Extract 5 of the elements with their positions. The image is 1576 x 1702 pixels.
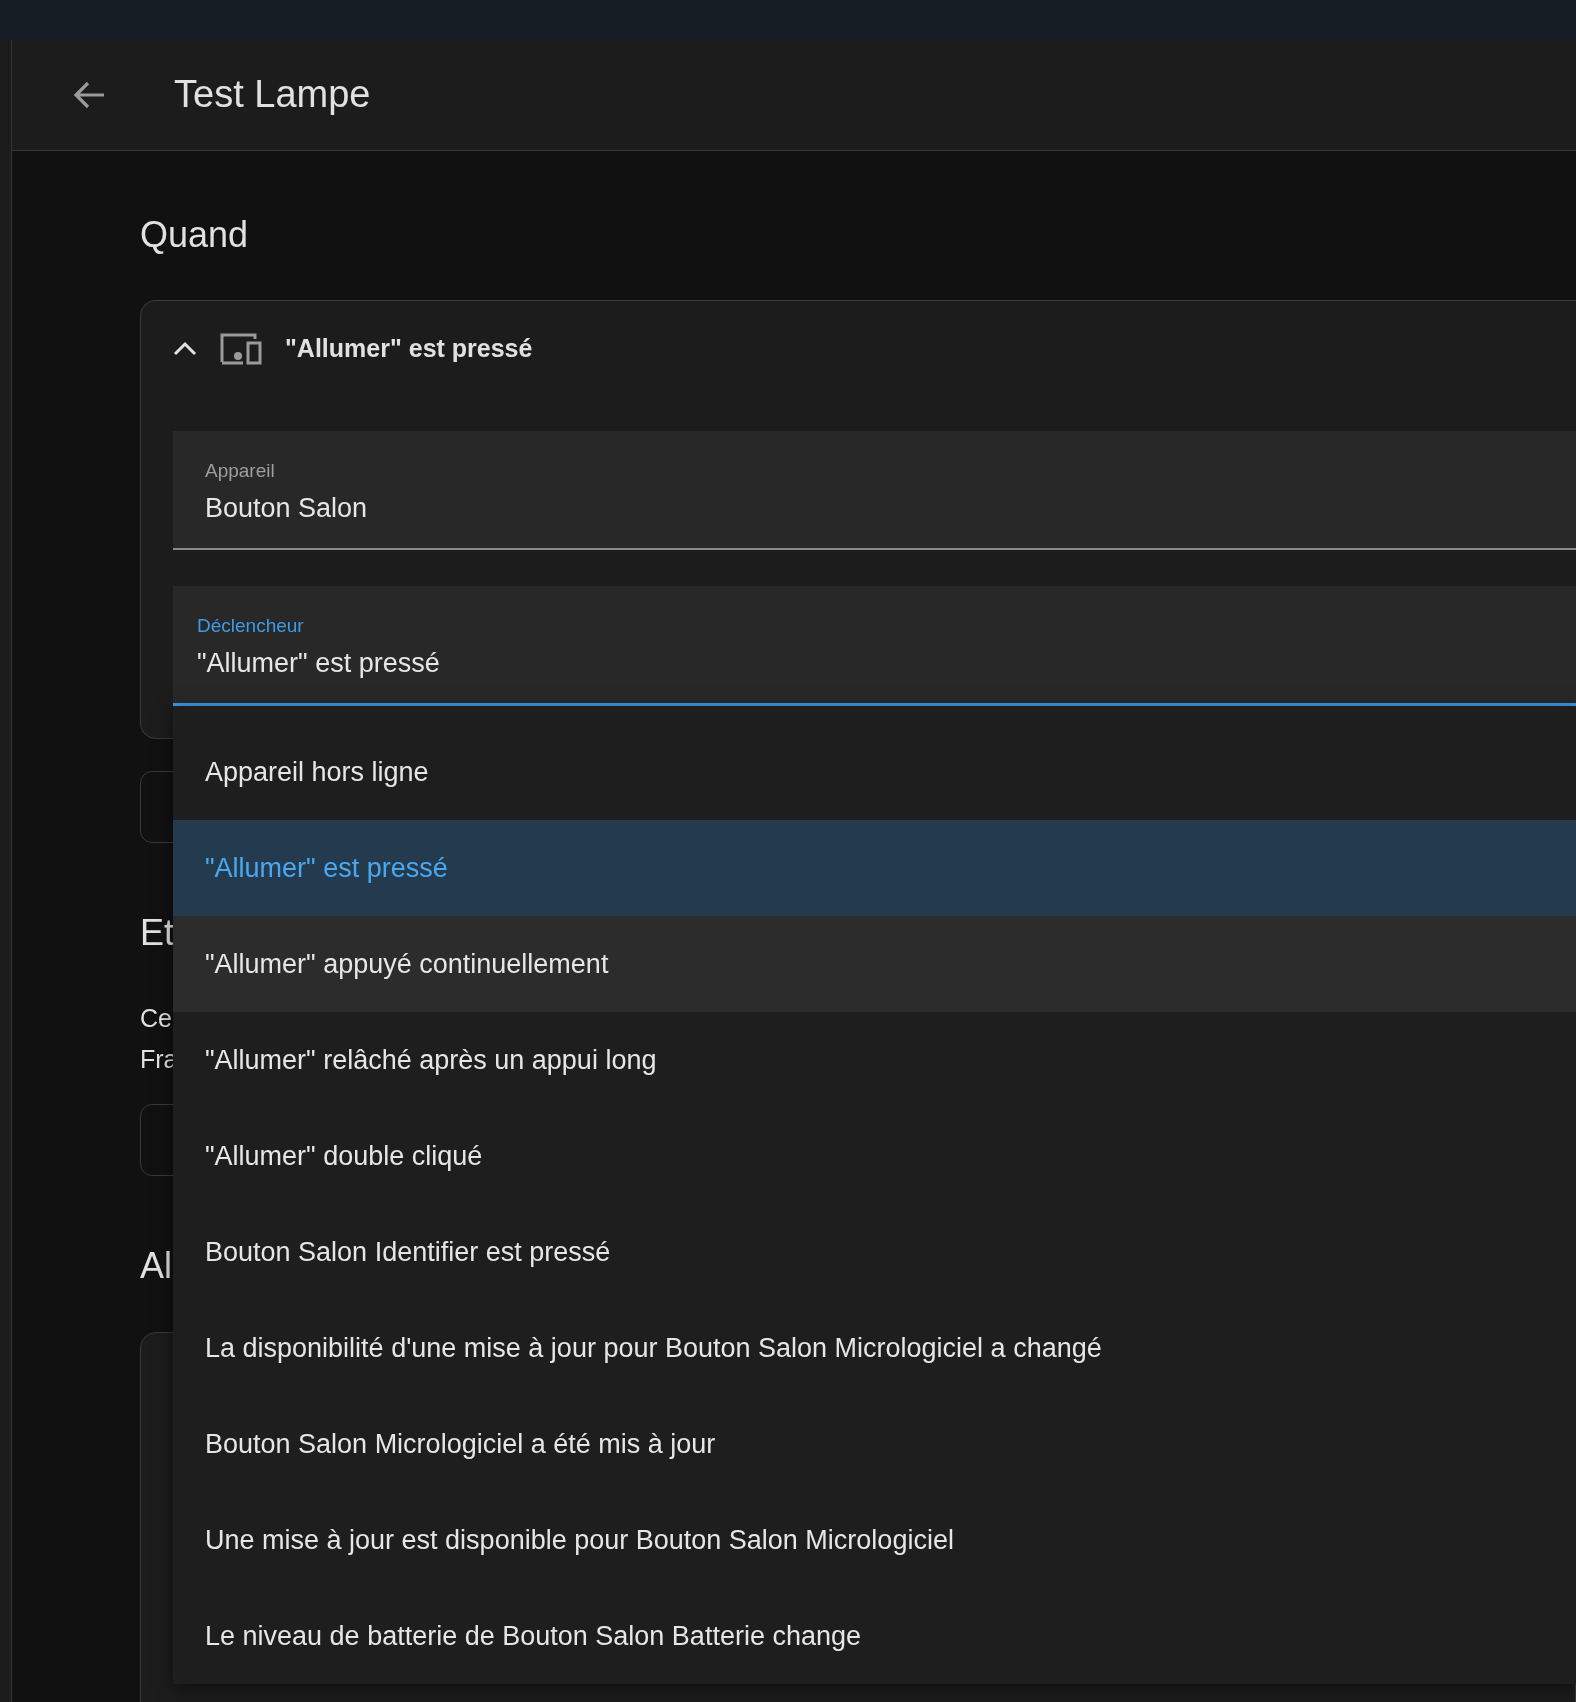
section-heading: Al — [140, 1244, 172, 1288]
section-heading: Quand — [140, 213, 249, 257]
trigger-title: "Allumer" est pressé — [285, 333, 533, 365]
page-title: Test Lampe — [174, 72, 371, 118]
section-heading: Et — [140, 911, 174, 955]
